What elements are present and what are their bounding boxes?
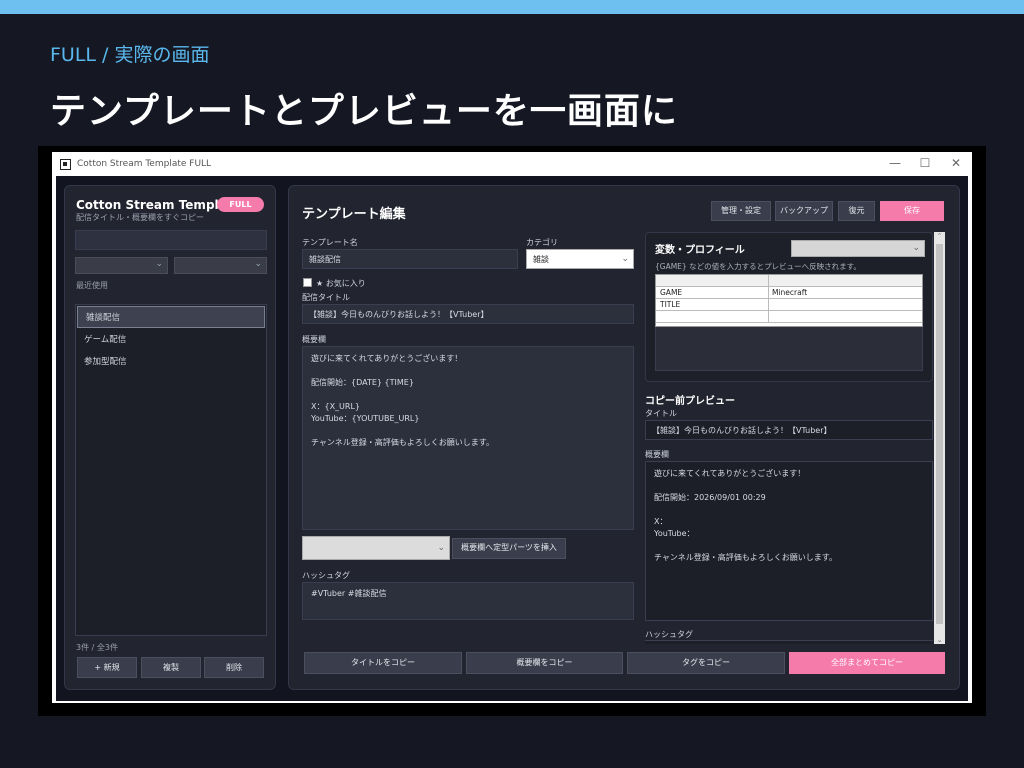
copy-all-button[interactable]: 全部まとめてコピー [789, 652, 945, 674]
delete-button[interactable]: 削除 [204, 657, 264, 678]
editor-heading: テンプレート編集 [302, 207, 406, 222]
minimize-icon[interactable]: — [888, 156, 902, 170]
profile-select[interactable]: ⌄ [791, 240, 925, 257]
preview-description-label: 概要欄 [645, 450, 669, 459]
hashtag-input[interactable]: #VTuber #雑談配信 [302, 582, 634, 620]
copy-description-button[interactable]: 概要欄をコピー [466, 652, 623, 674]
category-filter-dropdown[interactable]: ⌄ [75, 257, 168, 274]
slide-subtitle: FULL / 実際の画面 [50, 44, 210, 66]
maximize-icon[interactable]: ☐ [918, 156, 932, 170]
table-cell[interactable] [769, 311, 922, 322]
sidebar-panel: Cotton Stream Template FULL 配信タイトル・概要欄をす… [64, 185, 276, 690]
copy-tags-button[interactable]: タグをコピー [627, 652, 785, 674]
app-client-area: Cotton Stream Template FULL 配信タイトル・概要欄をす… [56, 176, 968, 701]
table-cell [769, 275, 922, 286]
table-cell[interactable]: GAME [656, 287, 769, 298]
template-name-label: テンプレート名 [302, 238, 358, 247]
table-row[interactable] [656, 311, 922, 323]
scrollbar-thumb[interactable] [936, 244, 943, 624]
copy-title-button[interactable]: タイトルをコピー [304, 652, 462, 674]
close-icon[interactable]: ✕ [949, 156, 963, 170]
table-cell[interactable]: TITLE [656, 299, 769, 310]
chevron-down-icon[interactable]: ⌄ [934, 636, 945, 644]
description-label: 概要欄 [302, 335, 326, 344]
template-count: 3件 / 全3件 [76, 643, 118, 652]
table-cell[interactable] [769, 299, 922, 310]
chevron-up-icon[interactable]: ⌃ [934, 232, 945, 240]
table-row[interactable]: TITLE [656, 299, 922, 311]
insert-parts-button[interactable]: 概要欄へ定型パーツを挿入 [452, 538, 566, 559]
favorite-label: ★ お気に入り [316, 279, 366, 288]
slide-top-bar [0, 0, 1024, 14]
table-header-row [656, 275, 922, 287]
preview-scrollbar[interactable]: ⌃ ⌄ [934, 232, 945, 644]
app-window: Cotton Stream Template FULL — ☐ ✕ Cotton… [52, 152, 972, 703]
description-textarea[interactable]: 遊びに来てくれてありがとうございます！ 配信開始：{DATE} {TIME} X… [302, 346, 634, 530]
template-item-zatsudan[interactable]: 雑談配信 [77, 306, 265, 328]
chevron-down-icon: ⌄ [254, 259, 262, 269]
window-title: Cotton Stream Template FULL [77, 159, 212, 169]
hashtag-label: ハッシュタグ [302, 571, 350, 580]
app-description: 配信タイトル・概要欄をすぐコピー [76, 213, 204, 222]
chevron-down-icon: ⌄ [155, 259, 163, 269]
recent-label: 最近使用 [76, 281, 108, 290]
template-item-participation[interactable]: 参加型配信 [76, 351, 266, 373]
preview-description: 遊びに来てくれてありがとうございます！ 配信開始：2026/09/01 00:2… [645, 461, 933, 621]
backup-button[interactable]: バックアップ [775, 201, 833, 221]
category-value: 雑談 [533, 255, 549, 264]
template-name-input[interactable]: 雑談配信 [302, 249, 518, 269]
table-cell[interactable]: Minecraft [769, 287, 922, 298]
favorite-checkbox[interactable] [303, 278, 312, 287]
preview-title: 【雑談】今日ものんびりお話しよう！【VTuber】 [645, 420, 933, 440]
variables-table-empty-area [655, 327, 923, 371]
table-row[interactable]: GAME Minecraft [656, 287, 922, 299]
variables-heading: 変数・プロフィール [655, 245, 745, 256]
app-icon [60, 158, 71, 170]
app-name: Cotton Stream Template [76, 198, 241, 212]
category-select[interactable]: 雑談 ⌄ [526, 249, 634, 269]
slide-title: テンプレートとプレビューを一画面に [50, 91, 678, 132]
template-list: 雑談配信 ゲーム配信 参加型配信 [75, 304, 267, 636]
chevron-down-icon: ⌄ [621, 254, 629, 264]
chevron-down-icon: ⌄ [437, 543, 445, 553]
editor-panel: テンプレート編集 管理・設定 バックアップ 復元 保存 テンプレート名 雑談配信… [288, 185, 960, 690]
table-cell [656, 275, 769, 286]
new-template-button[interactable]: + 新規 [77, 657, 137, 678]
variables-table[interactable]: GAME Minecraft TITLE [655, 274, 923, 327]
preview-hashtag-label: ハッシュタグ [645, 630, 693, 639]
stream-title-label: 配信タイトル [302, 293, 350, 302]
variables-hint: {GAME} などの値を入力するとプレビューへ反映されます。 [655, 262, 861, 271]
category-label: カテゴリ [526, 238, 558, 247]
template-item-game[interactable]: ゲーム配信 [76, 329, 266, 351]
preview-hashtag [645, 640, 933, 644]
parts-select[interactable]: ⌄ [302, 536, 450, 560]
variables-panel: 変数・プロフィール ⌄ {GAME} などの値を入力するとプレビューへ反映されま… [645, 232, 933, 382]
chevron-down-icon: ⌄ [912, 243, 920, 253]
preview-title-label: タイトル [645, 409, 677, 418]
save-button[interactable]: 保存 [880, 201, 944, 221]
sort-filter-dropdown[interactable]: ⌄ [174, 257, 267, 274]
manage-settings-button[interactable]: 管理・設定 [711, 201, 771, 221]
table-cell[interactable] [656, 311, 769, 322]
search-input[interactable] [75, 230, 267, 250]
preview-heading: コピー前プレビュー [645, 396, 735, 407]
window-titlebar[interactable]: Cotton Stream Template FULL — ☐ ✕ [52, 152, 972, 176]
stream-title-input[interactable]: 【雑談】今日ものんびりお話しよう！【VTuber】 [302, 304, 634, 324]
restore-button[interactable]: 復元 [838, 201, 875, 221]
full-badge: FULL [217, 197, 264, 212]
duplicate-button[interactable]: 複製 [141, 657, 201, 678]
